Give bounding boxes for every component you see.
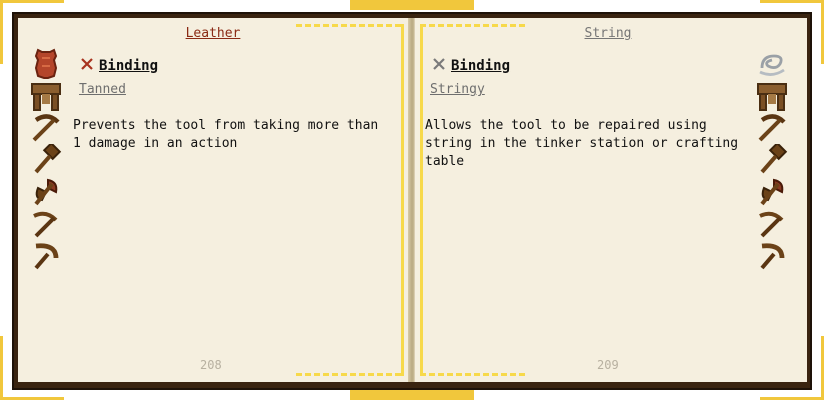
trait-heading[interactable]: Binding (80, 57, 158, 75)
left-page (18, 18, 411, 382)
tinker-book: Leather Binding Tanned Prevents the tool… (0, 0, 824, 400)
page-frame (296, 373, 404, 376)
trait-heading[interactable]: Binding (432, 57, 510, 75)
scythe-icon[interactable] (756, 208, 788, 240)
trait-description: Prevents the tool from taking more than … (73, 118, 379, 151)
binding-tab (412, 0, 474, 10)
tool-part-icons (756, 48, 788, 272)
trait-variant[interactable]: Stringy (430, 82, 485, 97)
binding-tab (350, 0, 412, 10)
material-title[interactable]: String (560, 26, 656, 41)
sickle-icon[interactable] (756, 240, 788, 272)
trait-description: Allows the tool to be repaired using str… (425, 118, 739, 169)
sickle-icon[interactable] (30, 240, 62, 272)
hammer-icon[interactable] (756, 144, 788, 176)
page-number: 209 (597, 358, 619, 372)
page-frame (296, 24, 404, 27)
crossed-swords-icon (80, 57, 94, 75)
material-title[interactable]: Leather (160, 26, 266, 41)
trait-name: Binding (451, 58, 511, 74)
battleaxe-icon[interactable] (30, 176, 62, 208)
string-material-icon[interactable] (756, 48, 788, 80)
battleaxe-icon[interactable] (756, 176, 788, 208)
page-frame (420, 24, 423, 376)
trait-name: Binding (99, 58, 159, 74)
tool-part-icons (30, 48, 62, 272)
tool-station-icon[interactable] (756, 80, 788, 112)
page-frame (420, 24, 528, 27)
pickaxe-icon[interactable] (756, 112, 788, 144)
crossed-swords-icon (432, 57, 446, 75)
binding-tab (350, 390, 412, 400)
leather-material-icon[interactable] (30, 48, 62, 80)
page-number: 208 (200, 358, 222, 372)
hammer-icon[interactable] (30, 144, 62, 176)
pickaxe-icon[interactable] (30, 112, 62, 144)
page-frame (401, 24, 404, 376)
scythe-icon[interactable] (30, 208, 62, 240)
tool-station-icon[interactable] (30, 80, 62, 112)
page-frame (420, 373, 528, 376)
binding-tab (412, 390, 474, 400)
trait-variant[interactable]: Tanned (79, 82, 126, 97)
